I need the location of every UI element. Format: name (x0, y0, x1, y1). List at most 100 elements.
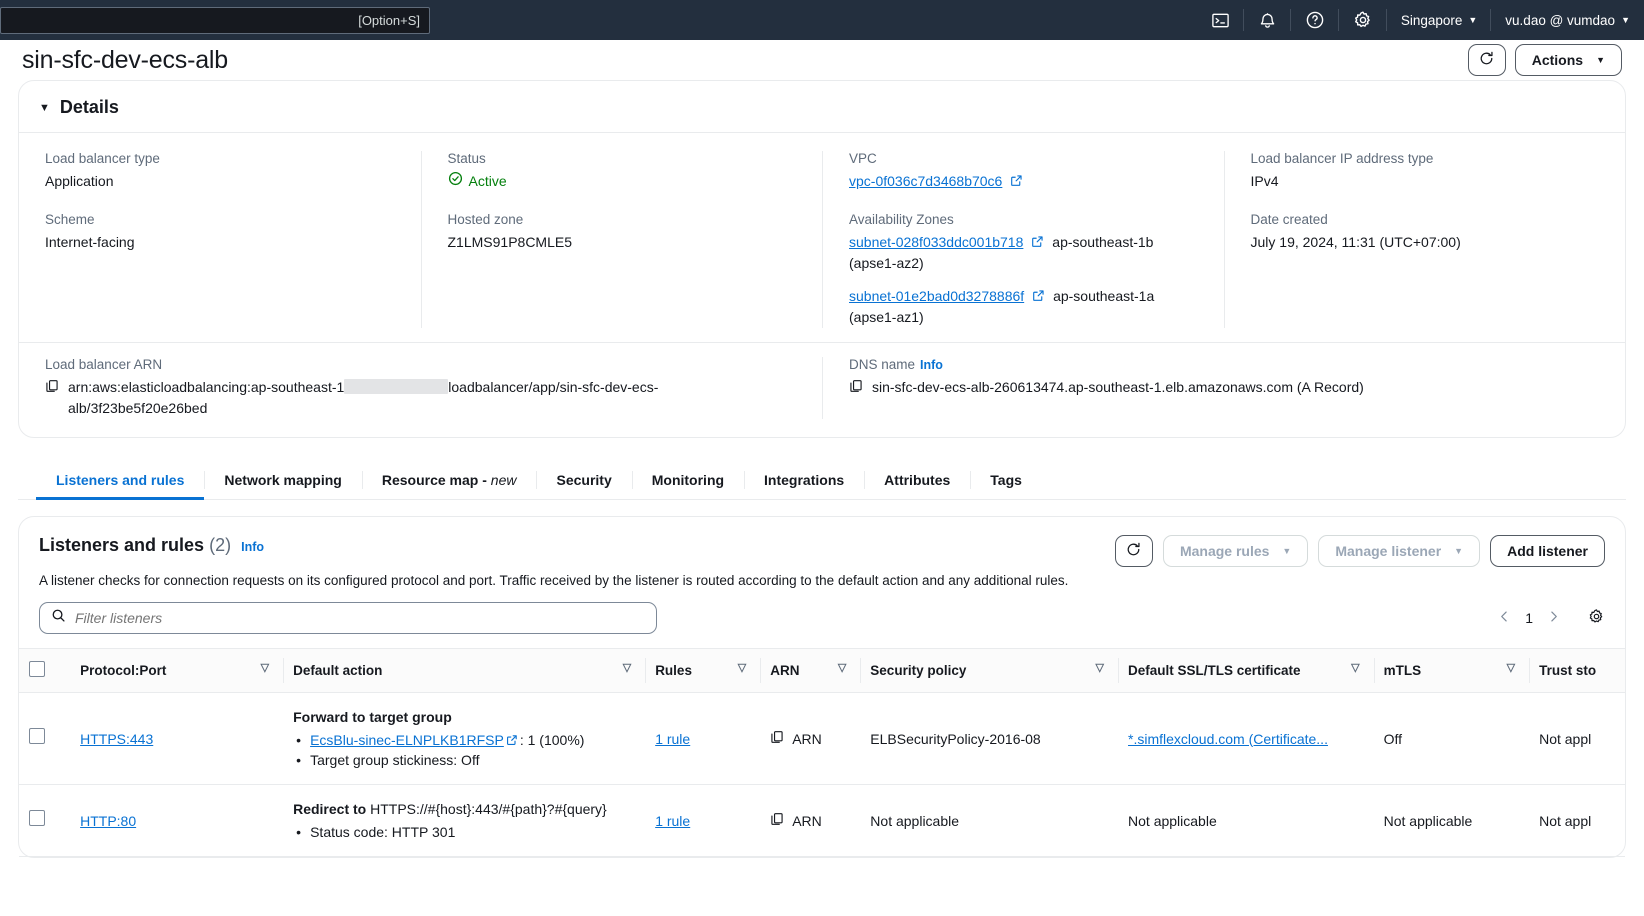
actions-button[interactable]: Actions ▼ (1514, 44, 1622, 76)
action-title: Redirect to (293, 801, 367, 817)
page-number[interactable]: 1 (1525, 610, 1533, 626)
cell-arn: ARN (760, 784, 861, 857)
tab-attributes[interactable]: Attributes (864, 460, 970, 499)
row-checkbox[interactable] (29, 810, 45, 826)
nav-right-group: Singapore ▼ vu.dao @ vumdao ▼ (1197, 0, 1644, 40)
table-row: HTTPS:443 Forward to target group EcsBlu… (19, 692, 1625, 785)
manage-rules-button[interactable]: Manage rules ▼ (1162, 535, 1309, 567)
question-circle-icon (1305, 10, 1325, 30)
tab-listeners-and-rules[interactable]: Listeners and rules (36, 460, 205, 500)
account-menu[interactable]: vu.dao @ vumdao ▼ (1491, 0, 1644, 40)
tab-label: Tags (990, 472, 1022, 488)
sort-icon[interactable]: ▽ (738, 661, 746, 674)
chevron-down-icon: ▼ (1621, 15, 1630, 25)
subnet-link[interactable]: subnet-01e2bad0d3278886f (849, 288, 1024, 304)
tab-network-mapping[interactable]: Network mapping (204, 460, 361, 499)
details-panel: ▼ Details Load balancer type Application… (18, 80, 1626, 438)
search-icon (51, 608, 66, 628)
details-grid: Load balancer type Application Scheme In… (19, 133, 1625, 342)
field-lb-arn: Load balancer ARN arn:aws:elasticloadbal… (19, 357, 822, 419)
chevron-left-icon[interactable] (1498, 610, 1511, 626)
filter-listeners-input[interactable] (75, 610, 645, 626)
row-select-cell (19, 784, 71, 857)
column-protocol-port[interactable]: Protocol:Port ▽ (70, 648, 284, 693)
sort-icon[interactable]: ▽ (261, 661, 269, 674)
sort-icon[interactable]: ▽ (1351, 661, 1359, 674)
tab-monitoring[interactable]: Monitoring (631, 460, 744, 499)
search-shortcut-hint: [Option+S] (358, 13, 420, 28)
details-column-3: VPC vpc-0f036c7d3468b70c6 Availability Z… (822, 151, 1224, 328)
field-dns-name: DNS name Info sin-sfc-dev-ecs-alb-2606134… (822, 357, 1625, 419)
column-trust-store[interactable]: Trust sto (1529, 648, 1625, 693)
rules-link[interactable]: 1 rule (655, 731, 690, 747)
manage-rules-label: Manage rules (1179, 543, 1270, 559)
details-column-4: Load balancer IP address type IPv4 Date … (1223, 151, 1626, 328)
help-button[interactable] (1291, 0, 1339, 40)
listeners-panel-header: Listeners and rules (2) Info Manage rule… (19, 517, 1625, 567)
redacted-account-id (344, 379, 449, 394)
column-default-action[interactable]: Default action ▽ (283, 648, 646, 693)
scheme-label: Scheme (45, 212, 95, 227)
certificate-link[interactable]: *.simflexcloud.com (Certificate... (1128, 731, 1328, 747)
tab-tags[interactable]: Tags (970, 460, 1042, 499)
listeners-refresh-button[interactable] (1114, 535, 1153, 567)
collapse-toggle-icon[interactable]: ▼ (39, 102, 50, 114)
settings-button[interactable] (1339, 0, 1387, 40)
region-selector[interactable]: Singapore ▼ (1387, 0, 1492, 40)
refresh-button[interactable] (1467, 44, 1506, 76)
listener-link[interactable]: HTTP:80 (80, 813, 136, 829)
listeners-actions: Manage rules ▼ Manage listener ▼ Add lis… (1114, 535, 1605, 567)
arn-value: arn:aws:elasticloadbalancing:ap-southeas… (68, 377, 796, 419)
external-link-icon (1006, 173, 1023, 189)
page-title: sin-sfc-dev-ecs-alb (22, 45, 228, 74)
tab-resource-map[interactable]: Resource map - new (361, 460, 537, 499)
cloudshell-button[interactable] (1197, 0, 1244, 40)
listeners-info-link[interactable]: Info (241, 540, 264, 554)
arn-label: Load balancer ARN (45, 357, 163, 372)
vpc-link[interactable]: vpc-0f036c7d3468b70c6 (849, 173, 1002, 189)
column-mtls[interactable]: mTLS ▽ (1373, 648, 1530, 693)
filter-listeners-field[interactable] (39, 602, 657, 634)
tab-integrations[interactable]: Integrations (744, 460, 864, 499)
tab-label: Resource map - (381, 472, 487, 488)
subnet-link[interactable]: subnet-028f033ddc001b718 (849, 234, 1023, 250)
date-created-label: Date created (1250, 212, 1328, 227)
row-checkbox[interactable] (29, 728, 45, 744)
dns-label: DNS name (849, 357, 916, 372)
select-all-checkbox[interactable] (29, 661, 45, 677)
sort-icon[interactable]: ▽ (838, 661, 846, 674)
sort-icon[interactable]: ▽ (623, 661, 631, 674)
column-security-policy[interactable]: Security policy ▽ (860, 648, 1119, 693)
listeners-title-row: Listeners and rules (2) Info (39, 535, 264, 556)
status-code-text: Status code: HTTP 301 (310, 824, 456, 840)
add-listener-button[interactable]: Add listener (1490, 535, 1605, 567)
rules-link[interactable]: 1 rule (655, 813, 690, 829)
cell-rules: 1 rule (645, 784, 761, 857)
notifications-button[interactable] (1244, 0, 1291, 40)
field-vpc: VPC vpc-0f036c7d3468b70c6 (849, 151, 1198, 192)
chevron-right-icon[interactable] (1547, 610, 1560, 626)
tab-security[interactable]: Security (536, 460, 631, 499)
action-percent: : 1 (100%) (519, 732, 585, 748)
listener-link[interactable]: HTTPS:443 (80, 731, 153, 747)
copy-icon[interactable] (770, 729, 784, 749)
ip-type-value: IPv4 (1250, 173, 1279, 189)
external-link-icon (1028, 288, 1045, 304)
field-availability-zones: Availability Zones subnet-028f033ddc001b… (849, 212, 1198, 328)
column-rules[interactable]: Rules ▽ (645, 648, 761, 693)
copy-icon[interactable] (45, 379, 59, 398)
table-preferences-button[interactable] (1588, 608, 1605, 628)
column-arn[interactable]: ARN ▽ (760, 648, 861, 693)
manage-listener-button[interactable]: Manage listener ▼ (1318, 535, 1481, 567)
sort-icon[interactable]: ▽ (1096, 661, 1104, 674)
copy-icon[interactable] (849, 379, 863, 398)
column-default-certificate[interactable]: Default SSL/TLS certificate ▽ (1118, 648, 1374, 693)
listeners-title: Listeners and rules (39, 535, 205, 555)
target-group-link[interactable]: EcsBlu-sinec-ELNPLKB1RFSP (310, 732, 504, 748)
global-search-input[interactable]: [Option+S] (0, 7, 430, 34)
sort-icon[interactable]: ▽ (1507, 661, 1515, 674)
details-bottom-grid: Load balancer ARN arn:aws:elasticloadbal… (19, 343, 1625, 437)
cell-certificate: *.simflexcloud.com (Certificate... (1118, 692, 1374, 785)
dns-info-link[interactable]: Info (920, 358, 943, 372)
copy-icon[interactable] (770, 811, 784, 831)
